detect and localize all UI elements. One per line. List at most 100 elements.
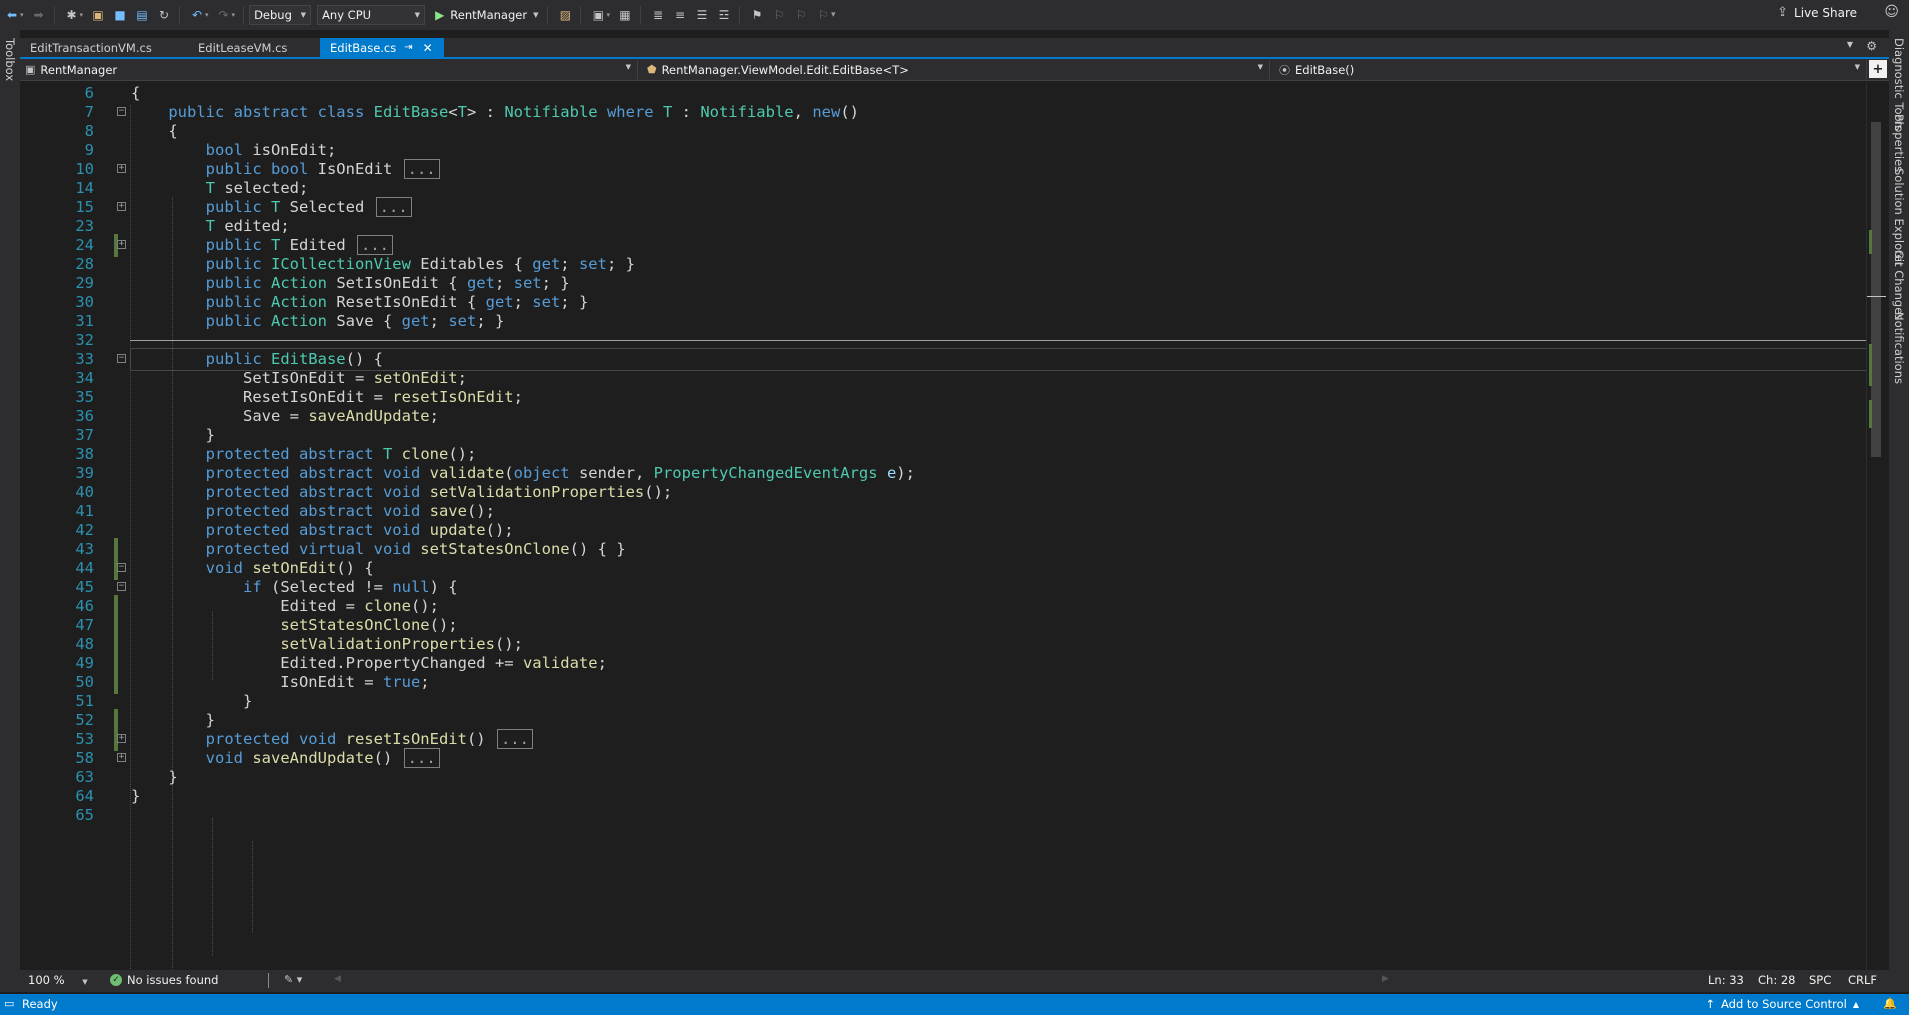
collapse-icon[interactable]: − [117,354,126,363]
collapse-icon[interactable]: − [117,107,126,116]
code-editor[interactable]: 6{7− public abstract class EditBase<T> :… [20,82,1866,970]
redo-icon[interactable]: ↷ [214,4,234,26]
save-icon[interactable]: ■ [110,4,130,26]
type-dropdown[interactable]: ⬟ RentManager.ViewModel.Edit.EditBase<T>… [642,60,1270,79]
collapsed-region[interactable]: ... [496,729,533,749]
code-token: void [205,559,253,577]
comment-icon[interactable]: ☰ [692,4,712,26]
open-file-icon[interactable]: ▣ [88,4,108,26]
project-dropdown[interactable]: ▣ RentManager ▼ [20,60,638,79]
folder-icon[interactable]: ▨ [555,4,575,26]
new-project-icon[interactable]: ✱ [62,4,82,26]
code-token: SetIsOnEdit { [326,274,467,292]
spacing-indicator[interactable]: SPC [1809,973,1831,987]
back-dropdown-icon[interactable]: ▾ [20,11,24,19]
collapsed-region[interactable]: ... [403,748,440,768]
split-editor-button[interactable]: + [1869,60,1887,78]
chevron-down-icon: ▼ [1854,63,1860,71]
line-indicator[interactable]: Ln: 33 [1708,973,1744,987]
redo-dropdown-icon[interactable]: ▾ [232,11,236,19]
expand-icon[interactable]: + [117,202,126,211]
change-marker [1869,400,1872,428]
editor-vertical-scrollbar[interactable] [1866,82,1886,970]
tab-edittransactionvm[interactable]: EditTransactionVM.cs [20,38,152,57]
expand-icon[interactable]: + [117,240,126,249]
code-token: ResetIsOnEdit { [326,293,486,311]
previous-bookmark-icon[interactable]: ⚐ [769,4,789,26]
expand-icon[interactable]: + [117,753,126,762]
issues-indicator[interactable]: ✓ No issues found [110,973,218,987]
platform-select[interactable]: Any CPU ▼ [317,5,426,25]
char-indicator[interactable]: Ch: 28 [1758,973,1795,987]
add-to-source-control-button[interactable]: ↑ Add to Source Control ▲ [1705,997,1859,1011]
notifications-tab[interactable]: Notifications [1892,312,1906,384]
toolbar-separator [580,6,582,24]
clear-bookmarks-icon[interactable]: ⚐ [813,4,833,26]
expand-icon[interactable]: + [117,164,126,173]
toolbar-overflow-icon[interactable]: ▾ [831,10,836,20]
change-marker [1869,230,1872,254]
line-ending-indicator[interactable]: CRLF [1848,973,1877,987]
scroll-right-icon[interactable]: ▶ [1382,974,1389,984]
undo-icon[interactable]: ↶ [187,4,207,26]
indent-icon[interactable]: ≡ [670,4,690,26]
back-icon[interactable]: ⬅ [2,4,22,26]
code-token: resetIsOnEdit [345,730,467,748]
member-dropdown[interactable]: ⦿ EditBase() ▼ [1274,60,1867,79]
browser-link-icon[interactable]: ↻ [154,4,174,26]
code-token: protected abstract void [205,521,430,539]
collapse-icon[interactable]: − [117,563,126,572]
tab-editleasevm[interactable]: EditLeaseVM.cs [188,38,296,57]
code-token: Notifiable [700,103,794,121]
bell-icon[interactable]: 🔔 [1883,997,1897,1010]
collapsed-region[interactable]: ... [356,235,393,255]
code-token: } [131,692,253,710]
platform-value: Any CPU [322,8,372,22]
step-over-icon[interactable]: ≣ [648,4,668,26]
chevron-up-icon: ▲ [1852,999,1859,1009]
start-debugging-button[interactable]: ▶ RentManager ▼ [431,4,542,26]
close-icon[interactable]: ✕ [423,41,433,55]
code-line[interactable]: 65 [20,804,1866,827]
tab-overflow-icon[interactable]: ▼ [1847,40,1853,49]
properties-tab[interactable]: Properties [1892,114,1906,172]
type-value: RentManager.ViewModel.Edit.EditBase<T> [661,62,909,77]
code-token: Editables { [410,255,533,273]
live-share-button[interactable]: ⇪ Live Share [1777,5,1857,20]
expand-icon[interactable]: + [117,734,126,743]
toolbox-tab[interactable]: Toolbox [3,38,17,81]
collapsed-region[interactable]: ... [403,159,440,179]
toolbox-icon[interactable]: ▦ [615,4,635,26]
next-bookmark-icon[interactable]: ⚐ [791,4,811,26]
code-token: sender, [569,464,654,482]
save-all-icon[interactable]: ▤ [132,4,152,26]
forward-icon[interactable]: ➡ [29,4,49,26]
collapsed-region[interactable]: ... [375,197,412,217]
scroll-left-icon[interactable]: ◀ [334,974,341,984]
bookmark-icon[interactable]: ⚑ [747,4,767,26]
configuration-select[interactable]: Debug ▼ [249,5,312,25]
code-token: protected abstract void [205,502,430,520]
screenshot-icon[interactable]: ▣ [588,4,608,26]
new-project-dropdown-icon[interactable]: ▾ [80,11,84,19]
code-token: ; } [541,274,570,292]
code-token: ; [560,255,579,273]
undo-dropdown-icon[interactable]: ▾ [205,11,209,19]
collapse-icon[interactable]: − [117,582,126,591]
uncomment-icon[interactable]: ☲ [714,4,734,26]
arrow-up-icon: ↑ [1705,997,1715,1011]
code-cleanup-icon[interactable]: ✎ ▾ [284,973,302,986]
scrollbar-thumb[interactable] [1871,122,1881,457]
tab-editbase[interactable]: EditBase.cs ⇥ ✕ [320,38,444,57]
screenshot-dropdown-icon[interactable]: ▾ [606,11,610,19]
account-icon[interactable]: ☺ [1884,4,1899,20]
pin-icon[interactable]: ⇥ [404,42,412,53]
gear-icon[interactable]: ⚙ [1866,39,1877,53]
zoom-dropdown[interactable]: 100 % ▼ [28,973,88,987]
git-changes-tab[interactable]: Git Changes [1892,250,1906,320]
